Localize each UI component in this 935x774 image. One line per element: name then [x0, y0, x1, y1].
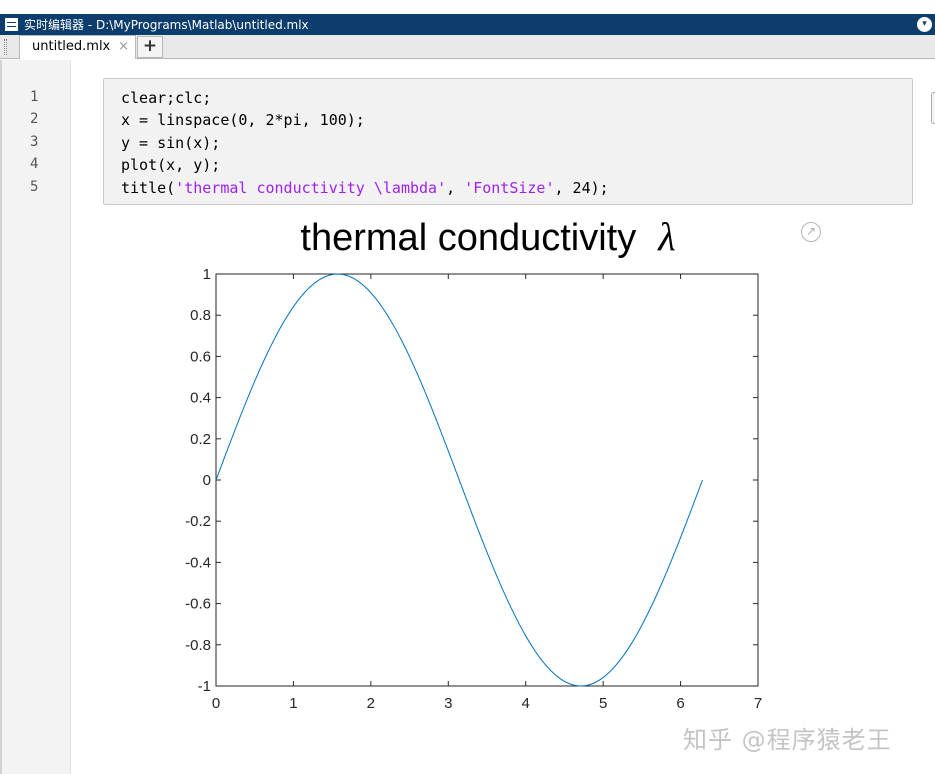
y-tick-label: 0.4 — [190, 390, 211, 407]
x-tick-label: 7 — [754, 695, 762, 712]
line-number: 1 — [30, 89, 39, 105]
line-number-gutter: 1 2 3 4 5 — [0, 60, 71, 774]
output-toggle-handle[interactable] — [931, 92, 935, 124]
y-tick-label: -0.6 — [185, 596, 211, 613]
chart-title-symbol: λ — [657, 214, 675, 259]
close-tab-icon[interactable]: × — [118, 36, 129, 58]
watermark-text: 知乎 @程序猿老王 — [683, 726, 892, 754]
window-title: 实时编辑器 - D:\MyPrograms\Matlab\untitled.ml… — [24, 18, 309, 32]
line-number: 4 — [30, 156, 39, 172]
y-tick-label: 1 — [203, 266, 211, 283]
x-tick-label: 0 — [212, 695, 220, 712]
code-line[interactable]: plot(x, y); — [121, 156, 220, 174]
x-tick-label: 3 — [444, 695, 452, 712]
line-number: 2 — [30, 111, 39, 127]
y-tick-label: -0.2 — [185, 513, 211, 530]
y-tick-label: -0.4 — [185, 554, 211, 571]
chart-title: thermal conductivity λ — [300, 214, 675, 259]
code-line[interactable]: title('thermal conductivity \lambda', 'F… — [121, 179, 609, 197]
window-titlebar: 实时编辑器 - D:\MyPrograms\Matlab\untitled.ml… — [0, 14, 935, 35]
x-tick-label: 1 — [289, 695, 297, 712]
plot-axes-box — [215, 273, 759, 687]
tab-strip: untitled.mlx × + — [0, 35, 935, 59]
code-line[interactable]: x = linspace(0, 2*pi, 100); — [121, 111, 365, 129]
tab-grip-handle[interactable] — [4, 39, 7, 55]
tab-untitled-mlx[interactable]: untitled.mlx × — [19, 35, 136, 59]
y-tick-label: 0.6 — [190, 348, 211, 365]
figure-output: thermal conductivity λ 0 1 2 3 4 5 6 7 1 0.8 0.6 0.4… — [185, 214, 762, 712]
string-literal: 'thermal conductivity \lambda' — [175, 179, 447, 197]
x-tick-label: 6 — [676, 695, 684, 712]
y-tick-label: 0.2 — [190, 431, 211, 448]
x-tick-label: 4 — [522, 695, 530, 712]
string-literal: 'FontSize' — [464, 179, 555, 197]
window-menu-icon[interactable]: ▾ — [917, 17, 932, 32]
chart-title-text: thermal conductivity — [300, 217, 636, 259]
code-cell[interactable]: clear;clc; x = linspace(0, 2*pi, 100); y… — [103, 78, 913, 205]
code-line[interactable]: y = sin(x); — [121, 134, 220, 152]
code-token: title( — [121, 179, 176, 197]
tab-label: untitled.mlx — [32, 39, 111, 54]
y-tick-label: 0 — [203, 472, 211, 489]
y-tick-label: -1 — [198, 678, 211, 695]
y-tick-label: -0.8 — [185, 637, 211, 654]
code-token: , — [446, 179, 465, 197]
line-number: 3 — [30, 134, 39, 150]
code-token: , 24); — [554, 179, 609, 197]
x-tick-label: 5 — [599, 695, 607, 712]
code-line[interactable]: clear;clc; — [121, 89, 211, 107]
new-tab-button[interactable]: + — [137, 36, 163, 58]
live-editor-icon — [5, 18, 18, 31]
x-tick-label: 2 — [367, 695, 375, 712]
y-tick-label: 0.8 — [190, 307, 211, 324]
export-figure-icon[interactable]: ↗ — [801, 222, 821, 242]
line-number: 5 — [30, 179, 39, 195]
